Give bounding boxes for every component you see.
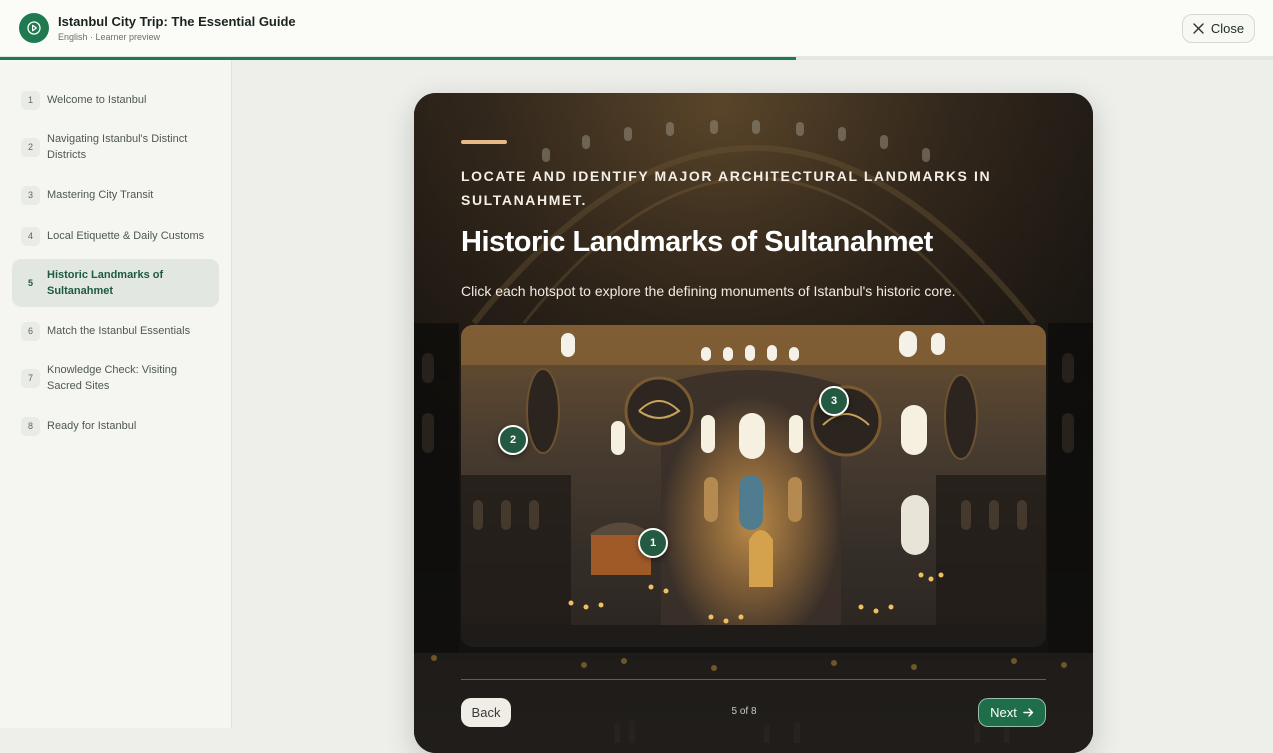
close-button[interactable]: Close xyxy=(1182,14,1255,43)
hotspot-2[interactable]: 2 xyxy=(498,425,528,455)
sidebar-item-match[interactable]: 6 Match the Istanbul Essentials xyxy=(12,319,219,343)
back-button[interactable]: Back xyxy=(461,698,511,727)
sidebar-item-label: Ready for Istanbul xyxy=(47,420,137,432)
lesson-number: 2 xyxy=(21,137,40,157)
close-icon xyxy=(1193,23,1204,34)
lesson-number: 1 xyxy=(21,90,40,110)
next-button[interactable]: Next xyxy=(978,698,1046,727)
sidebar-item-transit[interactable]: 3 Mastering City Transit xyxy=(12,183,219,207)
hotspot-image: 1 2 3 xyxy=(461,325,1046,647)
sidebar-item-label: Knowledge Check: Visiting Sacred Sites xyxy=(47,364,178,392)
arrow-right-icon xyxy=(1023,708,1034,717)
lesson-number: 5 xyxy=(27,278,33,288)
sidebar-item-label: Mastering City Transit xyxy=(47,189,154,201)
sidebar-item-label: Local Etiquette & Daily Customs xyxy=(47,230,205,242)
play-icon xyxy=(19,13,49,43)
sidebar-item-welcome[interactable]: 1 Welcome to Istanbul xyxy=(12,88,219,112)
hotspot-1[interactable]: 1 xyxy=(638,528,668,558)
lesson-number: 4 xyxy=(21,226,40,246)
sidebar-item-ready[interactable]: 8 Ready for Istanbul xyxy=(12,414,219,438)
sidebar-item-districts[interactable]: 2 Navigating Istanbul's Distinct Distric… xyxy=(12,130,219,164)
hotspot-3[interactable]: 3 xyxy=(819,386,849,416)
course-subtitle: English · Learner preview xyxy=(58,32,161,42)
lesson-number: 3 xyxy=(21,185,40,205)
hagia-sophia-interior-image xyxy=(461,325,1046,647)
slide-card: Locate and identify major architectural … xyxy=(414,93,1093,753)
slide-counter: 5 of 8 xyxy=(731,706,757,717)
sidebar-item-landmarks[interactable]: 5 Historic Landmarks of Sultanahmet xyxy=(12,259,219,307)
learning-objective: Locate and identify major architectural … xyxy=(461,168,992,208)
lesson-sidebar: 1 Welcome to Istanbul 2 Navigating Istan… xyxy=(0,60,232,728)
sidebar-item-label: Navigating Istanbul's Distinct Districts xyxy=(47,133,188,161)
lesson-number: 7 xyxy=(21,368,40,388)
slide-instructions: Click each hotspot to explore the defini… xyxy=(461,283,956,299)
accent-bar xyxy=(461,140,507,144)
slide-title: Historic Landmarks of Sultanahmet xyxy=(461,226,933,258)
sidebar-item-label: Match the Istanbul Essentials xyxy=(47,325,191,337)
footer-divider xyxy=(461,679,1046,680)
lesson-number: 6 xyxy=(21,321,40,341)
close-label: Close xyxy=(1210,21,1245,36)
next-label: Next xyxy=(990,705,1017,720)
course-title: Istanbul City Trip: The Essential Guide xyxy=(58,14,296,29)
lesson-number: 8 xyxy=(21,416,40,436)
sidebar-item-label: Historic Landmarks of Sultanahmet xyxy=(47,269,164,297)
sidebar-item-knowledge-check[interactable]: 7 Knowledge Check: Visiting Sacred Sites xyxy=(12,361,219,395)
sidebar-item-label: Welcome to Istanbul xyxy=(47,94,147,106)
sidebar-item-etiquette[interactable]: 4 Local Etiquette & Daily Customs xyxy=(12,224,219,248)
top-bar: Istanbul City Trip: The Essential Guide … xyxy=(0,0,1273,57)
